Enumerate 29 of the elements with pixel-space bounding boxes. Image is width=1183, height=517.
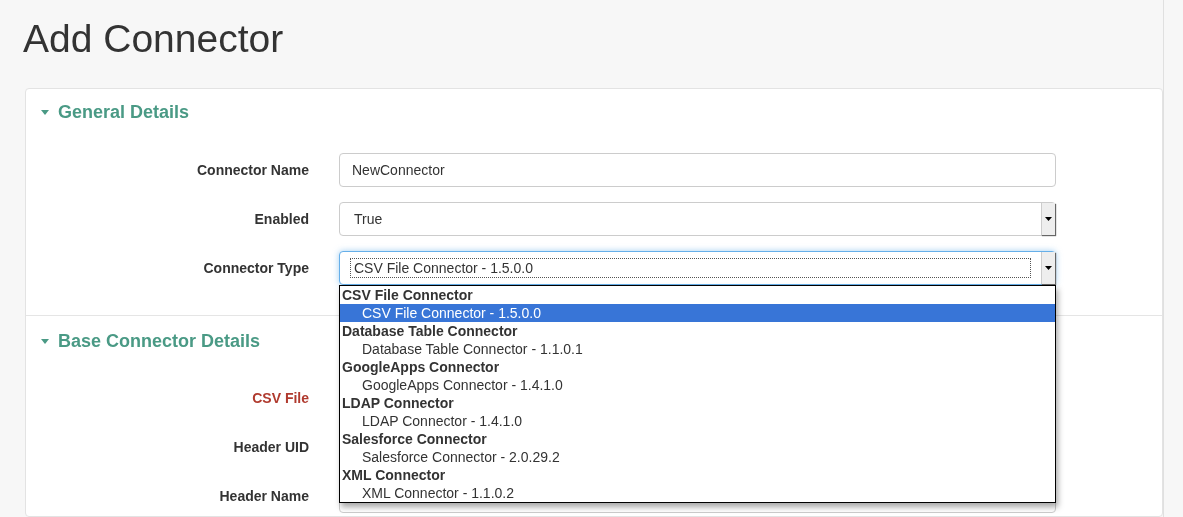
page-title: Add Connector <box>23 19 284 58</box>
caret-icon <box>41 339 49 344</box>
dropdown-option[interactable]: LDAP Connector - 1.4.1.0 <box>340 412 1055 430</box>
select-field[interactable]: CSV File Connector - 1.5.0.0 <box>339 251 1056 285</box>
dropdown-option[interactable]: XML Connector - 1.1.0.2 <box>340 484 1055 502</box>
field-label: Connector Type <box>203 260 309 276</box>
dropdown-option[interactable]: Salesforce Connector - 2.0.29.2 <box>340 448 1055 466</box>
dropdown-option[interactable]: CSV File Connector - 1.5.0.0 <box>340 304 1055 322</box>
dropdown-arrow-icon <box>1045 266 1052 270</box>
field-label: CSV File <box>252 390 309 406</box>
input-field[interactable]: NewConnector <box>339 153 1056 187</box>
select-value: True <box>354 209 383 229</box>
dropdown-option[interactable]: Database Table Connector - 1.1.0.1 <box>340 340 1055 358</box>
option-group-label: CSV File Connector <box>341 286 474 304</box>
option-group-label: LDAP Connector <box>341 394 455 412</box>
field-label: Connector Name <box>196 162 309 178</box>
dropdown-arrow-icon <box>1045 217 1052 221</box>
select-value: CSV File Connector - 1.5.0.0 <box>354 258 533 278</box>
field-label: Header Name <box>219 488 309 504</box>
option-group-label: Database Table Connector <box>341 322 519 340</box>
caret-icon <box>41 110 49 115</box>
dropdown-option[interactable]: GoogleApps Connector - 1.4.1.0 <box>340 376 1055 394</box>
input-value: NewConnector <box>352 160 445 180</box>
option-group-label: XML Connector <box>341 466 447 484</box>
select-field[interactable]: True <box>339 202 1056 236</box>
option-group-label: Salesforce Connector <box>341 430 488 448</box>
field-label: Header UID <box>233 439 309 455</box>
field-label: Enabled <box>254 211 309 227</box>
option-group-label: GoogleApps Connector <box>341 358 501 376</box>
